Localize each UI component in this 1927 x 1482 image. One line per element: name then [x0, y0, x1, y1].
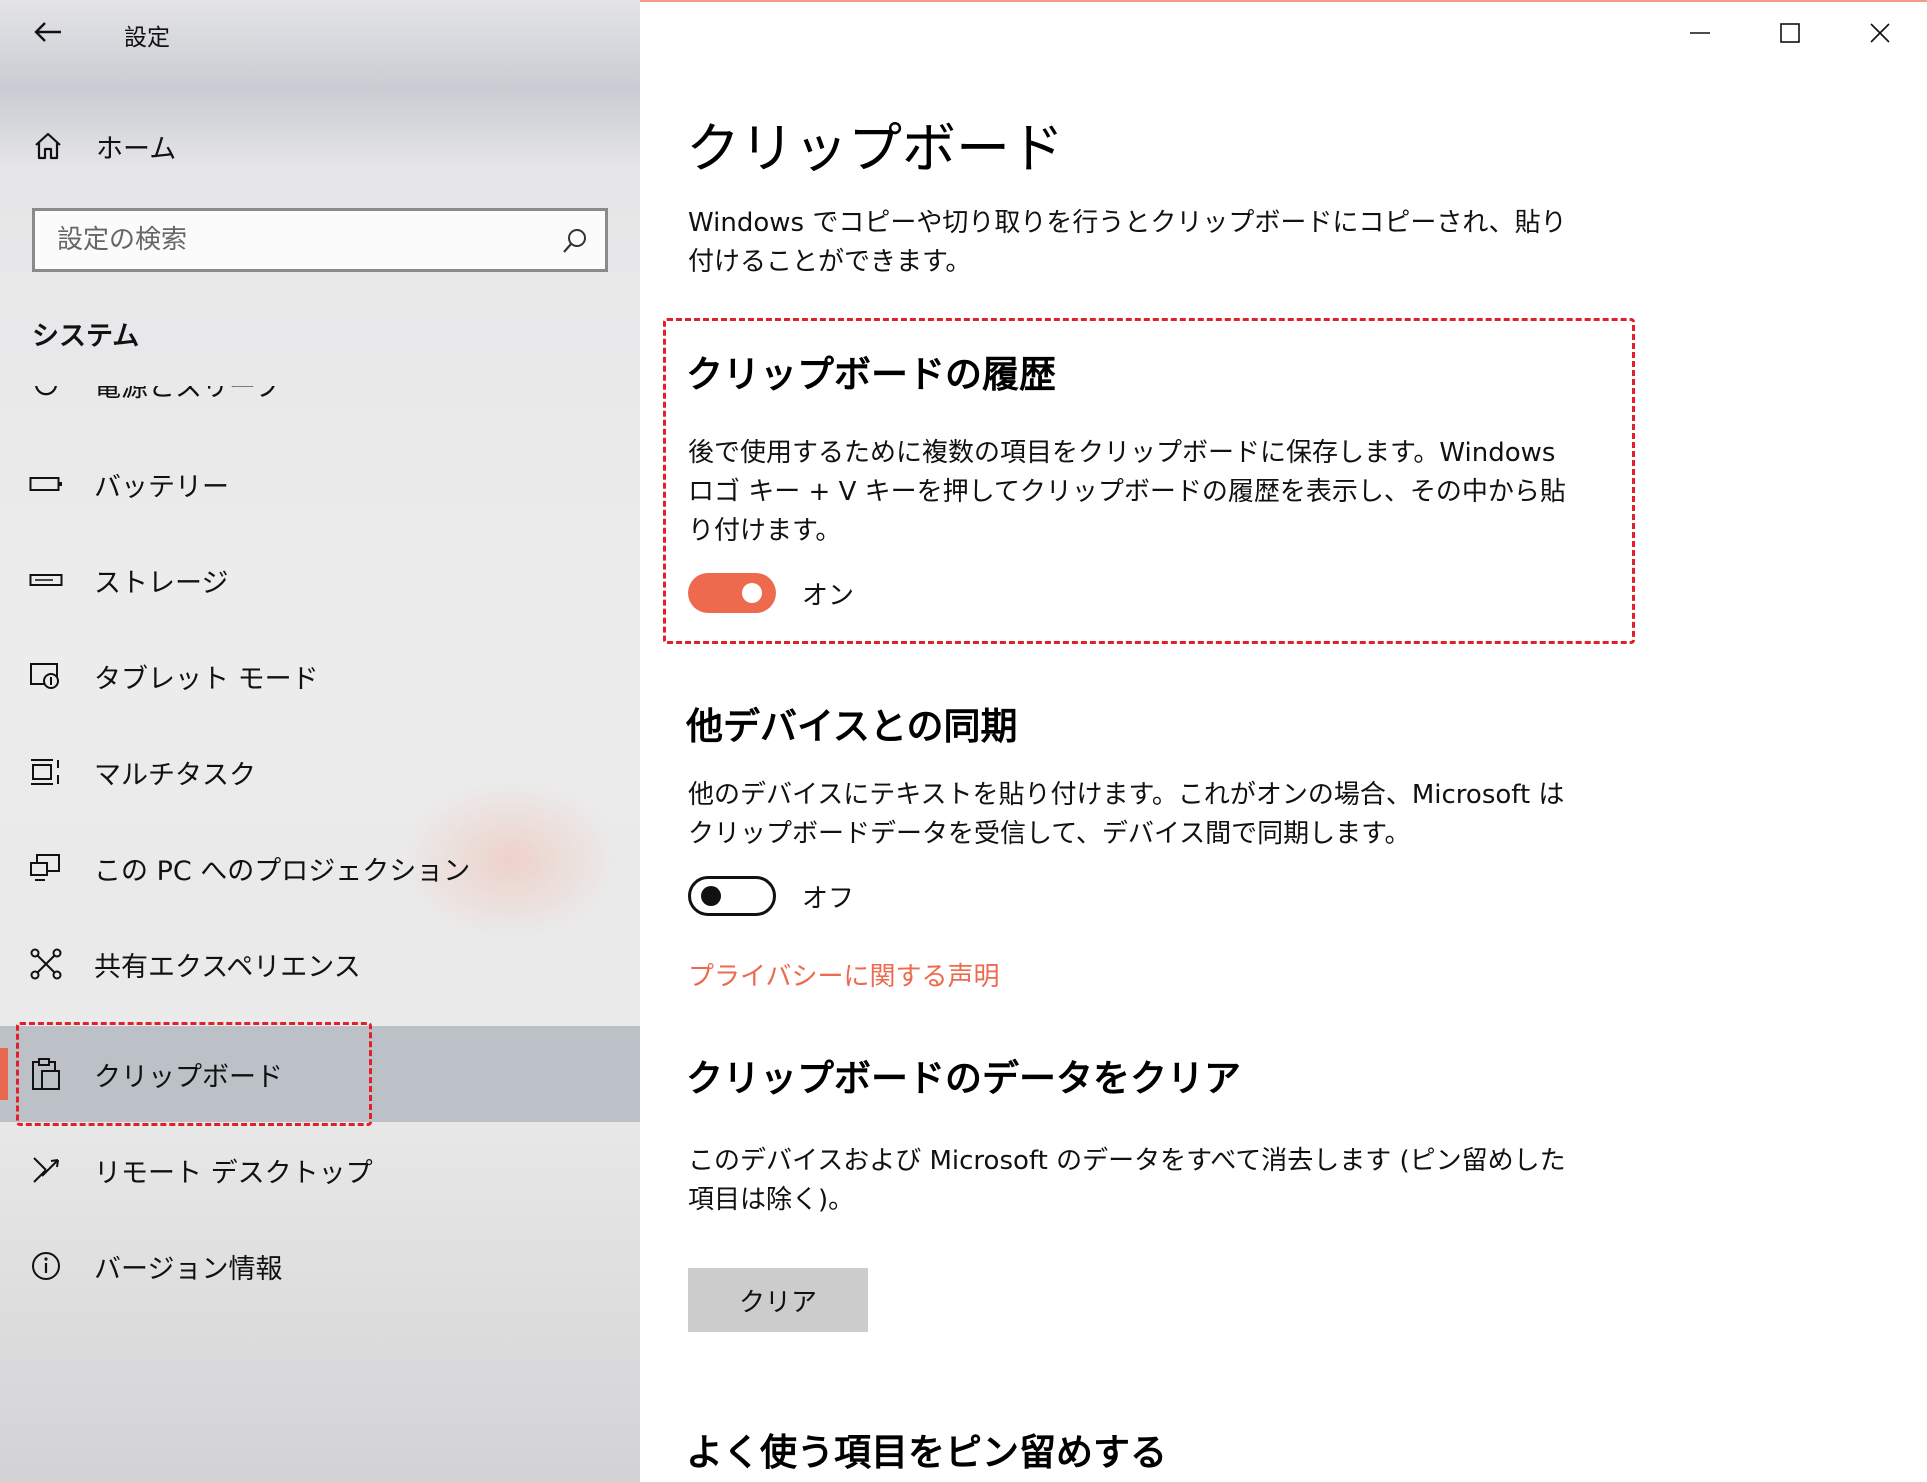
- sidebar-item-label: バージョン情報: [94, 1253, 283, 1285]
- sidebar-item-label: タブレット モード: [94, 663, 319, 695]
- shared-experiences-icon: [28, 946, 64, 982]
- sidebar-item-storage[interactable]: ストレージ: [0, 532, 640, 628]
- history-heading: クリップボードの履歴: [686, 353, 1056, 396]
- projection-icon: [28, 850, 64, 886]
- page-intro: Windows でコピーや切り取りを行うとクリップボードにコピーされ、貼り付ける…: [688, 208, 1567, 277]
- remote-desktop-icon: [28, 1152, 64, 1188]
- multitasking-icon: [28, 754, 64, 790]
- sidebar-item-tablet-mode[interactable]: タブレット モード: [0, 628, 640, 724]
- sync-toggle-label: オフ: [802, 883, 855, 914]
- history-description: 後で使用するために複数の項目をクリップボードに保存します。Windows ロゴ …: [688, 438, 1566, 546]
- sidebar: 設定 ホーム システム 電源とスリープ バッテリー: [0, 0, 640, 1482]
- home-icon: [30, 128, 66, 164]
- sidebar-item-multitasking[interactable]: マルチタスク: [0, 724, 640, 820]
- sidebar-item-label: バッテリー: [94, 471, 229, 503]
- power-icon: [28, 386, 64, 402]
- history-toggle-label: オン: [802, 580, 855, 611]
- search-icon[interactable]: [561, 227, 589, 255]
- sidebar-item-label: この PC へのプロジェクション: [94, 855, 471, 887]
- page-title: クリップボード: [686, 117, 1064, 180]
- sidebar-item-remote-desktop[interactable]: リモート デスクトップ: [0, 1122, 640, 1218]
- main-content: クリップボード Windows でコピーや切り取りを行うとクリップボードにコピー…: [640, 0, 1927, 1482]
- battery-icon: [28, 466, 64, 502]
- clear-description: このデバイスおよび Microsoft のデータをすべて消去します (ピン留めし…: [688, 1146, 1566, 1215]
- sync-heading: 他デバイスとの同期: [686, 705, 1018, 748]
- app-title: 設定: [124, 25, 170, 51]
- privacy-statement-link[interactable]: プライバシーに関する声明: [688, 956, 999, 993]
- info-icon: [28, 1248, 64, 1284]
- sidebar-item-label: ホーム: [96, 133, 177, 165]
- sidebar-item-home[interactable]: ホーム: [0, 116, 640, 176]
- sidebar-nav: 電源とスリープ バッテリー ストレージ タブレット モード マルチタスク この …: [0, 386, 640, 1306]
- sidebar-item-label: リモート デスクトップ: [94, 1157, 373, 1189]
- sidebar-item-power[interactable]: 電源とスリープ: [0, 386, 640, 432]
- sidebar-titlebar: 設定: [0, 0, 640, 64]
- sidebar-item-label: ストレージ: [94, 567, 229, 599]
- search-box[interactable]: [32, 208, 608, 272]
- search-input[interactable]: [57, 221, 537, 259]
- section-title: システム: [32, 321, 140, 352]
- clipboard-icon: [28, 1056, 64, 1092]
- tablet-mode-icon: [28, 658, 64, 694]
- toggle-knob: [742, 583, 762, 603]
- history-toggle-row: オン: [688, 573, 854, 613]
- sidebar-item-label: 共有エクスペリエンス: [94, 951, 361, 983]
- sidebar-item-clipboard[interactable]: クリップボード: [0, 1026, 640, 1122]
- sidebar-item-battery[interactable]: バッテリー: [0, 436, 640, 532]
- sidebar-item-about[interactable]: バージョン情報: [0, 1218, 640, 1306]
- clear-heading: クリップボードのデータをクリア: [686, 1057, 1241, 1100]
- sidebar-item-projection[interactable]: この PC へのプロジェクション: [0, 820, 640, 916]
- sidebar-item-label: マルチタスク: [94, 759, 256, 791]
- sidebar-item-label: 電源とスリープ: [94, 386, 282, 403]
- sidebar-item-shared-experiences[interactable]: 共有エクスペリエンス: [0, 916, 640, 1012]
- sync-toggle[interactable]: [688, 876, 776, 916]
- back-arrow-icon: [34, 22, 61, 42]
- history-toggle[interactable]: [688, 573, 776, 613]
- storage-icon: [28, 562, 64, 598]
- back-button[interactable]: [22, 12, 74, 52]
- sync-toggle-row: オフ: [688, 876, 854, 916]
- clear-button[interactable]: クリア: [688, 1268, 868, 1332]
- sync-description: 他のデバイスにテキストを貼り付けます。これがオンの場合、Microsoft はク…: [688, 780, 1565, 849]
- pin-heading: よく使う項目をピン留めする: [686, 1431, 1167, 1474]
- toggle-knob: [701, 886, 721, 906]
- sidebar-item-label: クリップボード: [94, 1061, 283, 1093]
